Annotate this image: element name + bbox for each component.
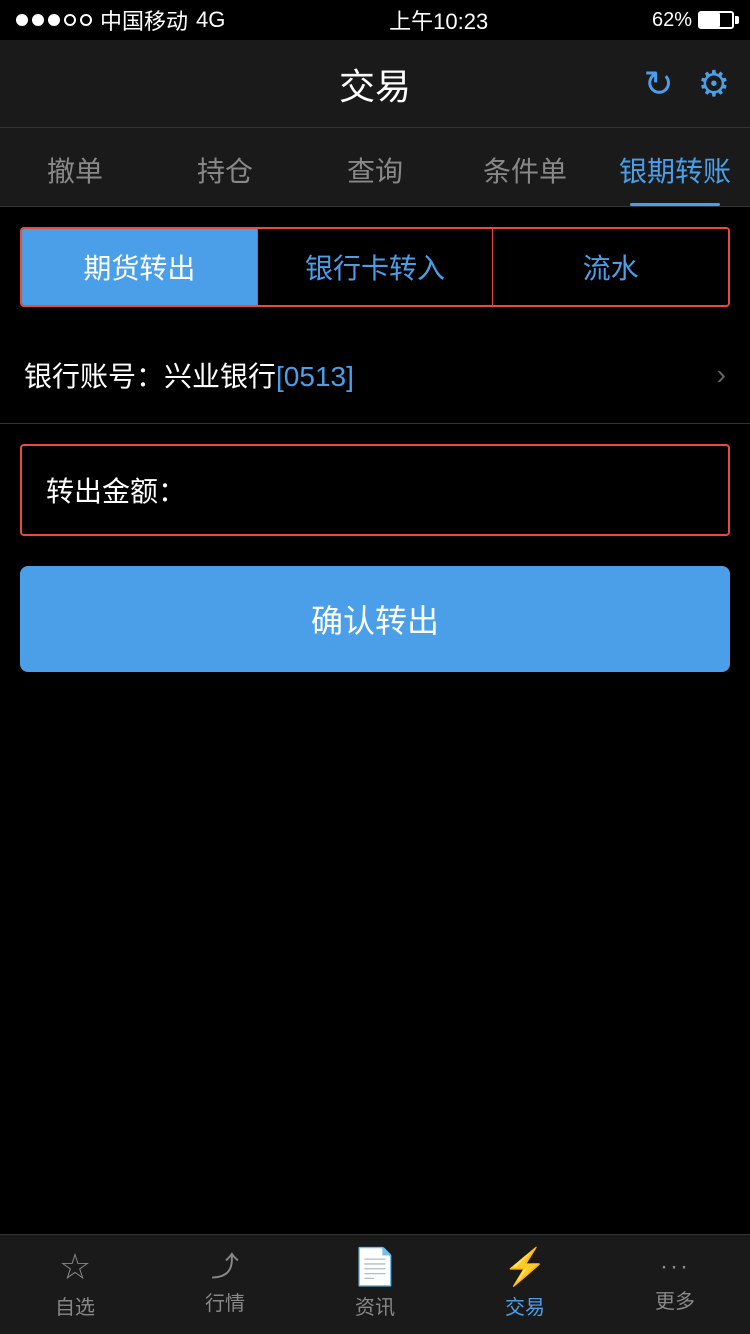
news-label: 资讯 (355, 1291, 395, 1320)
battery-fill (700, 13, 720, 27)
tab-position[interactable]: 持仓 (150, 128, 300, 206)
sub-tab-flow[interactable]: 流水 (493, 229, 728, 305)
page-title: 交易 (339, 58, 411, 110)
amount-label: 转出金额： (46, 470, 186, 510)
bottom-nav-watchlist[interactable]: ☆ 自选 (0, 1235, 150, 1334)
more-icon: ··· (660, 1255, 690, 1279)
battery-icon (698, 11, 734, 29)
header-actions: ↻ ⚙ (644, 63, 730, 105)
amount-row: 转出金额： (20, 444, 730, 536)
watchlist-label: 自选 (55, 1291, 95, 1320)
market-label: 行情 (205, 1287, 245, 1316)
amount-input[interactable] (186, 474, 704, 506)
nav-tabs: 撤单 持仓 查询 条件单 银期转账 (0, 128, 750, 207)
bank-account-number: [0513] (276, 361, 354, 392)
network-type: 4G (196, 7, 225, 33)
tab-cancel-order[interactable]: 撤单 (0, 128, 150, 206)
carrier-label: 中国移动 (100, 4, 188, 36)
sub-tabs: 期货转出 银行卡转入 流水 (20, 227, 730, 307)
main-content: 期货转出 银行卡转入 流水 银行账号：兴业银行[0513] › 转出金额： 确认… (0, 227, 750, 772)
trading-label: 交易 (505, 1291, 545, 1320)
signal-dots (16, 14, 92, 26)
status-bar: 中国移动 4G 上午10:23 62% (0, 0, 750, 40)
bank-account-row[interactable]: 银行账号：兴业银行[0513] › (0, 327, 750, 424)
bottom-nav-news[interactable]: 📄 资讯 (300, 1235, 450, 1334)
settings-icon[interactable]: ⚙ (698, 63, 730, 105)
trading-icon: ⚡ (503, 1249, 548, 1285)
signal-dot-1 (16, 14, 28, 26)
bottom-nav-market[interactable]: ⤴ 行情 (150, 1235, 300, 1334)
bottom-nav: ☆ 自选 ⤴ 行情 📄 资讯 ⚡ 交易 ··· 更多 (0, 1234, 750, 1334)
status-right: 62% (652, 9, 734, 32)
signal-dot-4 (64, 14, 76, 26)
news-icon: 📄 (353, 1249, 398, 1285)
market-icon: ⤴ (211, 1253, 239, 1281)
battery-percent: 62% (652, 9, 692, 32)
tab-condition-order[interactable]: 条件单 (450, 128, 600, 206)
bottom-nav-more[interactable]: ··· 更多 (600, 1235, 750, 1334)
confirm-transfer-button[interactable]: 确认转出 (20, 566, 730, 672)
chevron-right-icon: › (717, 359, 726, 391)
more-label: 更多 (655, 1285, 695, 1314)
sub-tab-futures-out[interactable]: 期货转出 (22, 229, 258, 305)
watchlist-icon: ☆ (59, 1249, 91, 1285)
signal-dot-3 (48, 14, 60, 26)
header: 交易 ↻ ⚙ (0, 40, 750, 128)
tab-query[interactable]: 查询 (300, 128, 450, 206)
bank-account-label: 银行账号：兴业银行[0513] (24, 355, 354, 395)
signal-dot-2 (32, 14, 44, 26)
refresh-icon[interactable]: ↻ (644, 63, 674, 105)
sub-tab-bank-in[interactable]: 银行卡转入 (258, 229, 494, 305)
signal-dot-5 (80, 14, 92, 26)
status-left: 中国移动 4G (16, 4, 225, 36)
bottom-nav-trading[interactable]: ⚡ 交易 (450, 1235, 600, 1334)
status-time: 上午10:23 (389, 4, 488, 36)
tab-bank-transfer[interactable]: 银期转账 (600, 128, 750, 206)
